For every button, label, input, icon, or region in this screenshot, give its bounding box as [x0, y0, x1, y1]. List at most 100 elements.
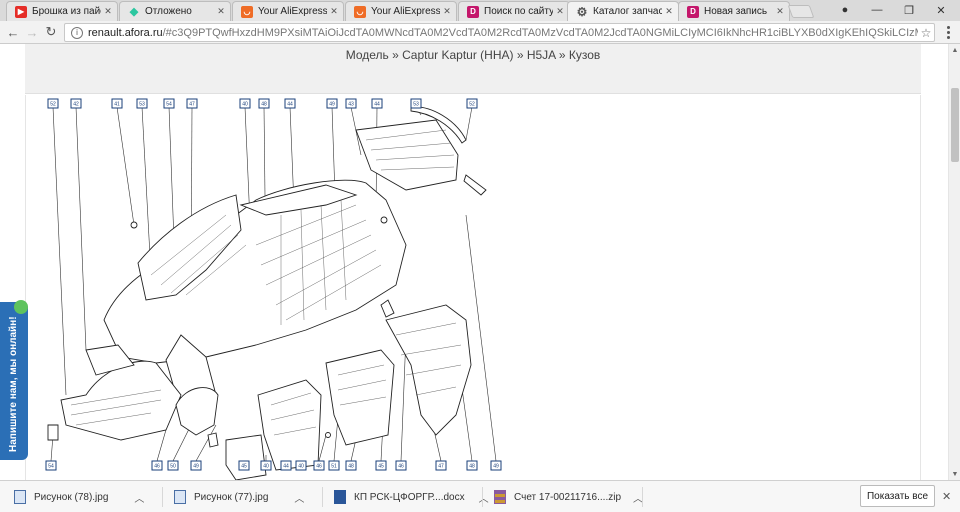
- callout-bottom[interactable]: 46: [313, 460, 325, 471]
- callout-bottom[interactable]: 49: [490, 460, 502, 471]
- svg-text:53: 53: [139, 102, 145, 108]
- svg-text:50: 50: [170, 464, 176, 470]
- callout-top[interactable]: 42: [70, 98, 82, 109]
- tab-6[interactable]: D Новая запись ✕: [678, 1, 790, 21]
- close-tab-icon[interactable]: ✕: [440, 6, 454, 17]
- rear-door: [325, 349, 395, 446]
- callout-top[interactable]: 53: [136, 98, 148, 109]
- tab-0[interactable]: ▶ Брошка из пайетс ✕: [6, 1, 118, 21]
- download-item-0[interactable]: Рисунок (78).jpg ︿: [14, 485, 144, 509]
- close-window-icon[interactable]: ✕: [926, 0, 956, 20]
- svg-text:46: 46: [398, 464, 404, 470]
- chevron-up-icon[interactable]: ︿: [479, 490, 489, 505]
- back-icon[interactable]: ←: [4, 24, 22, 40]
- separator: [162, 487, 163, 507]
- svg-text:44: 44: [287, 102, 293, 108]
- page-content: Модель » Captur Kaptur (HHA) » H5JA » Ку…: [0, 44, 948, 480]
- chevron-up-icon[interactable]: ︿: [294, 490, 304, 505]
- callout-top[interactable]: 52: [466, 98, 478, 109]
- gear-icon: ⚙: [576, 4, 588, 19]
- callout-bottom[interactable]: 45: [375, 460, 387, 471]
- callout-bottom[interactable]: 47: [435, 460, 447, 471]
- aliexpress-icon: ◡: [354, 5, 366, 18]
- vertical-scrollbar[interactable]: ▲ ▼: [948, 44, 960, 480]
- callout-bottom[interactable]: 48: [466, 460, 478, 471]
- callout-bottom[interactable]: 50: [167, 460, 179, 471]
- close-tab-icon[interactable]: ✕: [327, 6, 341, 17]
- callout-top[interactable]: 44: [371, 98, 383, 109]
- svg-text:40: 40: [263, 464, 269, 470]
- show-all-downloads-button[interactable]: Показать все: [860, 485, 935, 507]
- callout-top[interactable]: 43: [345, 98, 357, 109]
- callout-bottom[interactable]: 49: [190, 460, 202, 471]
- chat-widget-label: Напишите нам, мы онлайн!: [8, 316, 19, 452]
- callout-top[interactable]: 52: [47, 98, 59, 109]
- callout-bottom[interactable]: 46: [395, 460, 407, 471]
- breadcrumb: Модель » Captur Kaptur (HHA) » H5JA » Ку…: [345, 48, 601, 62]
- bookmark-star-icon[interactable]: ☆: [918, 26, 934, 40]
- tab-5[interactable]: ⚙ Каталог запчасте ✕: [567, 1, 679, 21]
- minimize-icon[interactable]: —: [862, 0, 892, 20]
- tab-1[interactable]: ◆ Отложено ✕: [119, 1, 231, 21]
- breadcrumb-bar: Модель » Captur Kaptur (HHA) » H5JA » Ку…: [25, 44, 921, 94]
- svg-text:48: 48: [348, 464, 354, 470]
- callout-bottom[interactable]: 51: [328, 460, 340, 471]
- svg-text:49: 49: [329, 102, 335, 108]
- close-tab-icon[interactable]: ✕: [101, 6, 115, 17]
- scroll-down-icon[interactable]: ▼: [949, 468, 960, 480]
- chat-widget[interactable]: Напишите нам, мы онлайн!: [0, 300, 28, 460]
- callout-top[interactable]: 49: [326, 98, 338, 109]
- callout-bottom[interactable]: 44: [280, 460, 292, 471]
- callout-bottom[interactable]: 40: [295, 460, 307, 471]
- scrollbar-thumb[interactable]: [951, 88, 959, 162]
- rear-quarter-panel: [380, 299, 472, 436]
- callout-bottom[interactable]: 46: [151, 460, 163, 471]
- gem-icon: ◆: [129, 6, 139, 18]
- callout-top[interactable]: 48: [258, 98, 270, 109]
- leader-line: [465, 214, 497, 462]
- close-download-shelf-icon[interactable]: ✕: [942, 490, 951, 503]
- new-tab-button[interactable]: [787, 5, 815, 18]
- tab-2[interactable]: ◡ Your AliExpress sh ✕: [232, 1, 344, 21]
- leader-line: [52, 106, 67, 396]
- callout-top[interactable]: 44: [284, 98, 296, 109]
- callout-bottom[interactable]: 45: [238, 460, 250, 471]
- separator: [642, 487, 643, 507]
- download-item-2[interactable]: КП РСК-ЦФОРГР....docx ︿: [334, 485, 489, 509]
- callout-top[interactable]: 53: [410, 98, 422, 109]
- reload-icon[interactable]: ↻: [42, 24, 60, 40]
- callout-bottom[interactable]: 48: [345, 460, 357, 471]
- svg-text:42: 42: [73, 102, 79, 108]
- tab-4[interactable]: D Поиск по сайту ✕: [458, 1, 570, 21]
- svg-text:48: 48: [469, 464, 475, 470]
- chevron-up-icon[interactable]: ︿: [134, 490, 144, 505]
- download-item-3[interactable]: Счет 17-00211716....zip ︿: [494, 485, 643, 509]
- forward-icon[interactable]: →: [23, 24, 41, 40]
- address-bar[interactable]: i renault.afora.ru/#c3Q9PTQwfHxzdHM9PXsi…: [64, 23, 935, 42]
- callout-bottom[interactable]: 54: [45, 460, 57, 471]
- close-tab-icon[interactable]: ✕: [662, 6, 676, 17]
- close-tab-icon[interactable]: ✕: [214, 6, 228, 17]
- tab-3[interactable]: ◡ Your AliExpress sh ✕: [345, 1, 457, 21]
- maximize-icon[interactable]: ❐: [894, 0, 924, 20]
- close-tab-icon[interactable]: ✕: [773, 6, 787, 17]
- svg-text:44: 44: [374, 102, 380, 108]
- tab-title: Your AliExpress sh: [371, 6, 440, 17]
- info-icon[interactable]: i: [71, 26, 83, 39]
- callout-top[interactable]: 54: [163, 98, 175, 109]
- callout-top[interactable]: 41: [111, 98, 123, 109]
- download-item-1[interactable]: Рисунок (77).jpg ︿: [174, 485, 304, 509]
- callout-top[interactable]: 40: [239, 98, 251, 109]
- callout-bottom[interactable]: 40: [260, 460, 272, 471]
- image-file-icon: [174, 490, 186, 504]
- scroll-up-icon[interactable]: ▲: [949, 44, 960, 56]
- svg-text:48: 48: [261, 102, 267, 108]
- tab-strip: ▶ Брошка из пайетс ✕ ◆ Отложено ✕ ◡ Your…: [0, 0, 960, 21]
- youtube-icon: ▶: [15, 5, 27, 18]
- download-filename: Рисунок (78).jpg: [34, 491, 109, 503]
- menu-icon[interactable]: [940, 24, 956, 40]
- callout-top[interactable]: 47: [186, 98, 198, 109]
- close-tab-icon[interactable]: ✕: [553, 6, 567, 17]
- svg-text:43: 43: [348, 102, 354, 108]
- profile-icon[interactable]: ●: [830, 0, 860, 20]
